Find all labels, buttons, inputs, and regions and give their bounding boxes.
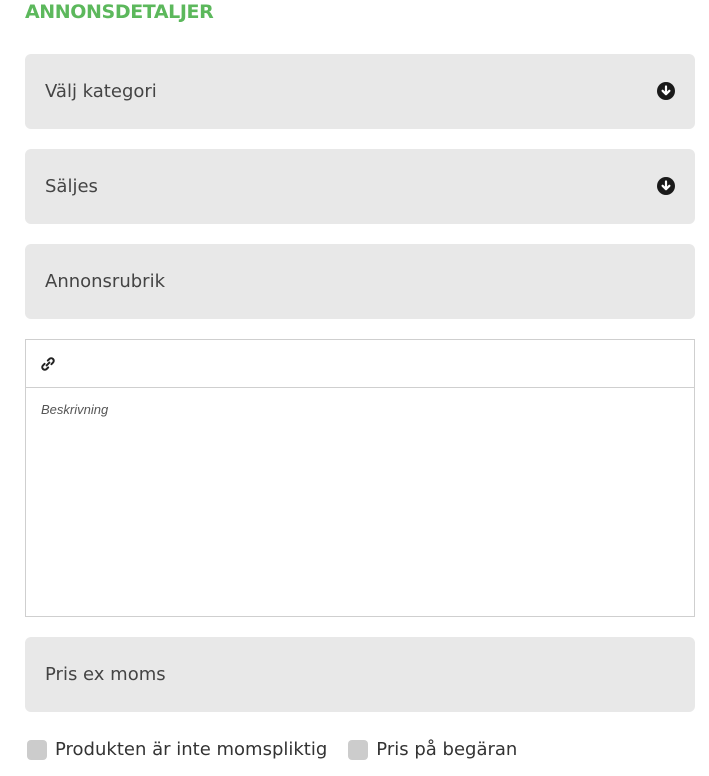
ad-title-placeholder: Annonsrubrik: [45, 271, 165, 292]
section-title: ANNONSDETALJER: [25, 1, 214, 23]
checkbox-label: Produkten är inte momspliktig: [55, 738, 328, 760]
price-placeholder: Pris ex moms: [45, 664, 166, 685]
not-vat-liable-checkbox[interactable]: Produkten är inte momspliktig: [27, 738, 327, 760]
circle-arrow-down-icon: [657, 177, 675, 195]
link-icon[interactable]: [40, 356, 56, 372]
price-input[interactable]: Pris ex moms: [25, 637, 695, 712]
price-on-request-checkbox[interactable]: Pris på begäran: [348, 738, 517, 760]
category-select[interactable]: Välj kategori: [25, 54, 695, 129]
listing-type-select[interactable]: Säljes: [25, 149, 695, 224]
description-textarea[interactable]: Beskrivning: [26, 388, 694, 431]
description-editor: Beskrivning: [25, 339, 695, 617]
category-select-label: Välj kategori: [45, 81, 157, 102]
checkbox-label: Pris på begäran: [376, 738, 518, 760]
checkbox-box[interactable]: [27, 740, 47, 760]
description-placeholder: Beskrivning: [41, 402, 109, 417]
ad-title-input[interactable]: Annonsrubrik: [25, 244, 695, 319]
checkbox-row: Produkten är inte momspliktig Pris på be…: [27, 738, 538, 760]
checkbox-box[interactable]: [348, 740, 369, 760]
editor-toolbar: [26, 340, 694, 388]
circle-arrow-down-icon: [657, 82, 675, 100]
listing-type-select-value: Säljes: [45, 176, 98, 197]
